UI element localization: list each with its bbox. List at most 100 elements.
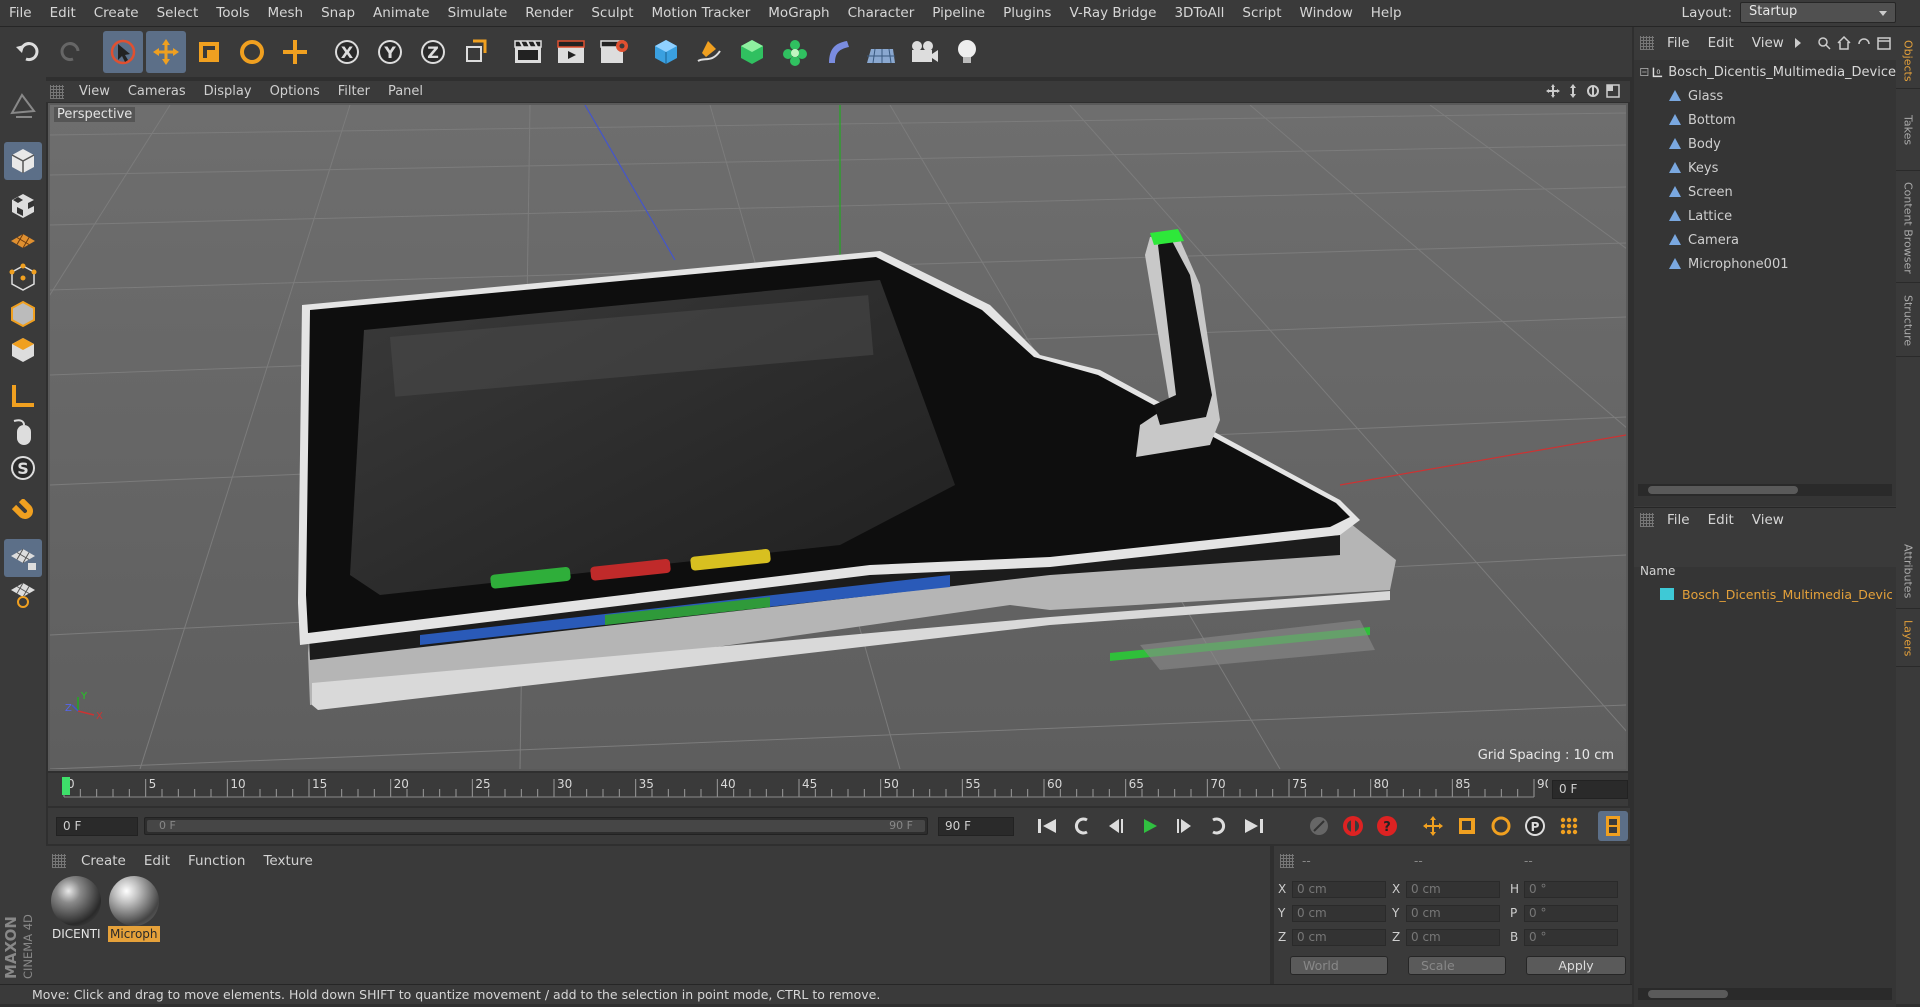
object-menu-file[interactable]: File [1658, 35, 1699, 51]
object-menu-view[interactable]: View [1743, 35, 1793, 51]
rot-p-field[interactable]: 0 ° [1524, 905, 1618, 922]
rot-h-field[interactable]: 0 ° [1524, 881, 1618, 898]
end-frame-field[interactable]: 90 F [938, 817, 1014, 836]
object-row-keys[interactable]: Keys [1634, 156, 1896, 180]
viewport-menu-panel[interactable]: Panel [379, 84, 432, 99]
viewport-menu-options[interactable]: Options [261, 84, 329, 99]
edges-mode-button[interactable] [4, 295, 42, 333]
viewport-menu-display[interactable]: Display [195, 84, 261, 99]
model-mode-button[interactable] [4, 142, 42, 180]
axis-mode-button[interactable] [4, 377, 42, 415]
texture-mode-button[interactable] [4, 187, 42, 225]
object-row-bottom[interactable]: Bottom [1634, 108, 1896, 132]
layer-color-swatch[interactable] [1660, 588, 1674, 600]
magnet-button[interactable] [4, 495, 42, 533]
key-scale-button[interactable] [1452, 811, 1482, 841]
material-panel-grip[interactable] [52, 854, 66, 868]
pos-x-field[interactable]: 0 cm [1292, 881, 1386, 898]
light-button[interactable] [947, 31, 987, 73]
menu-render[interactable]: Render [516, 0, 582, 27]
material-menu-function[interactable]: Function [179, 853, 254, 869]
menu-select[interactable]: Select [148, 0, 208, 27]
move-tool-button[interactable] [146, 31, 186, 73]
key-parameter-button[interactable]: P [1520, 811, 1550, 841]
redo-button[interactable] [51, 31, 91, 73]
locked-workplane-button[interactable] [4, 539, 42, 577]
size-y-field[interactable]: 0 cm [1406, 905, 1500, 922]
layer-row[interactable]: Bosch_Dicentis_Multimedia_Device [1634, 583, 1896, 605]
tab-takes[interactable]: Takes [1896, 91, 1920, 171]
object-row-microphone001[interactable]: Microphone001 [1634, 252, 1896, 276]
y-axis-button[interactable]: Y [370, 31, 410, 73]
menu-help[interactable]: Help [1362, 0, 1411, 27]
panel-grip[interactable] [50, 84, 64, 99]
tab-content-browser[interactable]: Content Browser [1896, 173, 1920, 283]
prev-frame-button[interactable] [1101, 811, 1131, 841]
tab-objects[interactable]: Objects [1896, 33, 1920, 89]
menu-file[interactable]: File [0, 0, 41, 27]
menu-snap[interactable]: Snap [312, 0, 364, 27]
material-microphone[interactable]: Microph [108, 876, 160, 948]
play-button[interactable] [1135, 811, 1165, 841]
object-hscrollbar[interactable] [1638, 484, 1892, 496]
points-mode-button[interactable] [4, 259, 42, 297]
render-view-button[interactable] [508, 31, 548, 73]
arrow-right-icon[interactable] [1793, 37, 1803, 49]
cube-primitive-button[interactable] [646, 31, 686, 73]
playhead[interactable] [62, 777, 70, 795]
material-menu-texture[interactable]: Texture [254, 853, 321, 869]
zoom-view-icon[interactable] [1566, 84, 1580, 98]
rot-b-field[interactable]: 0 ° [1524, 929, 1618, 946]
apply-button[interactable]: Apply [1526, 956, 1626, 975]
pan-view-icon[interactable] [1546, 84, 1560, 98]
rotate-view-icon[interactable] [1586, 84, 1600, 98]
layer-menu-view[interactable]: View [1743, 512, 1793, 528]
menu-pipeline[interactable]: Pipeline [923, 0, 994, 27]
3d-viewport[interactable]: Y X Z Perspective Grid Spacing : 10 cm [48, 103, 1628, 771]
floor-button[interactable] [861, 31, 901, 73]
key-pla-button[interactable] [1554, 811, 1584, 841]
render-to-picture-viewer-button[interactable] [551, 31, 591, 73]
key-position-button[interactable] [1418, 811, 1448, 841]
prev-key-button[interactable] [1067, 811, 1097, 841]
object-row-root[interactable]: 0 Bosch_Dicentis_Multimedia_Device [1634, 60, 1896, 84]
tab-attributes[interactable]: Attributes [1896, 535, 1920, 609]
x-axis-button[interactable]: X [327, 31, 367, 73]
timeline-window-button[interactable] [1598, 811, 1628, 841]
motion-record-button[interactable] [1304, 811, 1334, 841]
material-menu-create[interactable]: Create [72, 853, 135, 869]
material-menu-edit[interactable]: Edit [135, 853, 179, 869]
layer-hscrollbar[interactable] [1638, 988, 1892, 1000]
timeline-ruler[interactable]: 051015202530354045505560657075808590 0 F [48, 773, 1628, 806]
key-rotation-button[interactable] [1486, 811, 1516, 841]
record-active-objects-button[interactable] [1338, 811, 1368, 841]
coord-panel-grip[interactable] [1280, 854, 1294, 868]
menu-tools[interactable]: Tools [207, 0, 258, 27]
coordinate-space-dropdown[interactable]: World [1290, 956, 1388, 975]
size-mode-dropdown[interactable]: Scale [1408, 956, 1506, 975]
tweak-mode-button[interactable] [4, 413, 42, 451]
menu-character[interactable]: Character [839, 0, 924, 27]
menu-create[interactable]: Create [85, 0, 148, 27]
layout-dropdown[interactable]: Startup [1740, 2, 1896, 23]
render-settings-button[interactable] [594, 31, 634, 73]
rotate-tool-button[interactable] [232, 31, 272, 73]
layer-panel-grip[interactable] [1640, 512, 1654, 527]
search-icon[interactable] [1817, 36, 1831, 50]
frame-range-slider[interactable]: 0 F 90 F [144, 817, 928, 835]
menu-vray-bridge[interactable]: V-Ray Bridge [1060, 0, 1165, 27]
deformer-button[interactable] [818, 31, 858, 73]
camera-button[interactable] [904, 31, 944, 73]
viewport-menu-cameras[interactable]: Cameras [119, 84, 195, 99]
scale-tool-button[interactable] [189, 31, 229, 73]
pos-z-field[interactable]: 0 cm [1292, 929, 1386, 946]
maximize-view-icon[interactable] [1606, 84, 1620, 98]
menu-animate[interactable]: Animate [364, 0, 439, 27]
cloner-button[interactable] [775, 31, 815, 73]
tab-structure[interactable]: Structure [1896, 285, 1920, 357]
layer-menu-edit[interactable]: Edit [1699, 512, 1743, 528]
start-frame-field[interactable]: 0 F [56, 817, 138, 836]
make-editable-button[interactable] [4, 87, 42, 125]
object-panel-grip[interactable] [1640, 36, 1654, 50]
menu-3dtoall[interactable]: 3DToAll [1165, 0, 1233, 27]
